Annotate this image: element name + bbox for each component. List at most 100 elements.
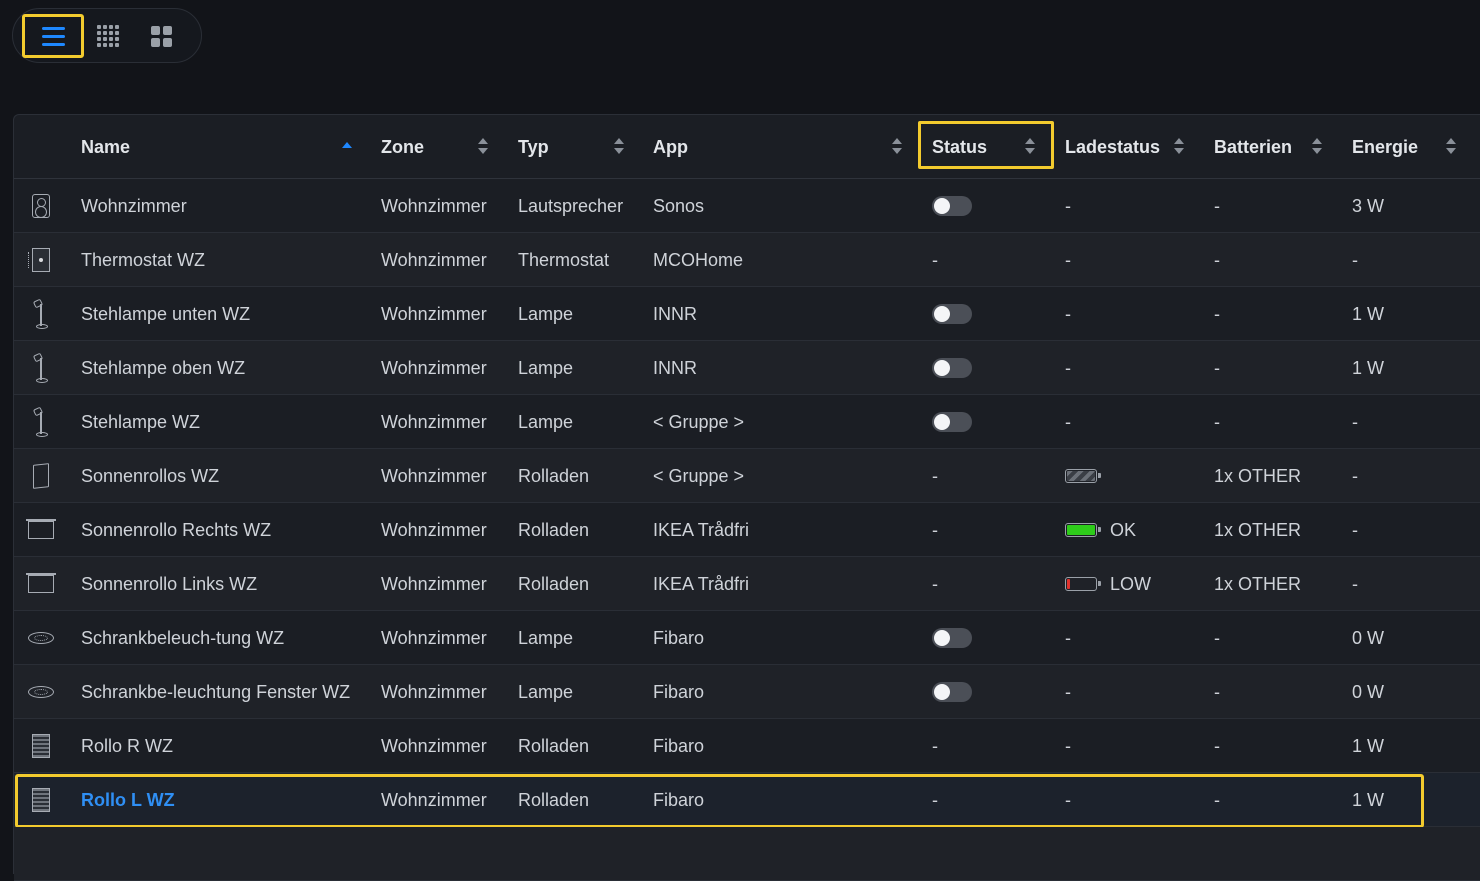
status-toggle[interactable] bbox=[932, 196, 972, 216]
device-name[interactable]: Sonnenrollos WZ bbox=[81, 449, 219, 503]
window-blind-icon bbox=[26, 519, 56, 539]
sort-icon[interactable] bbox=[613, 138, 625, 154]
table-row[interactable]: Stehlampe oben WZ Wohnzimmer Lampe INNR … bbox=[14, 341, 1480, 395]
roller-shutter-icon bbox=[32, 734, 50, 758]
device-app: Fibaro bbox=[653, 735, 705, 756]
status-toggle[interactable] bbox=[932, 682, 972, 702]
view-switcher bbox=[12, 8, 202, 63]
table-row[interactable]: Schrankbe-leuchtung Fenster WZ Wohnzimme… bbox=[14, 665, 1480, 719]
charge-status: - bbox=[1065, 195, 1071, 216]
device-zone: Wohnzimmer bbox=[381, 627, 487, 648]
sort-icon[interactable] bbox=[1024, 138, 1036, 154]
device-type: Rolladen bbox=[518, 735, 590, 756]
device-zone: Wohnzimmer bbox=[381, 519, 487, 540]
charge-status: - bbox=[1065, 735, 1071, 756]
device-zone: Wohnzimmer bbox=[381, 681, 487, 702]
sort-icon[interactable] bbox=[1311, 138, 1323, 154]
table-header: Name Zone Typ App Status Ladestatus Batt… bbox=[14, 115, 1480, 179]
device-zone: Wohnzimmer bbox=[381, 465, 487, 486]
device-zone: Wohnzimmer bbox=[381, 249, 487, 270]
device-app: INNR bbox=[653, 357, 697, 378]
charge-status: - bbox=[1065, 681, 1071, 702]
device-type: Thermostat bbox=[518, 249, 610, 270]
list-view-button[interactable] bbox=[22, 14, 84, 58]
energy: 3 W bbox=[1352, 195, 1385, 216]
batteries: 1x OTHER bbox=[1214, 465, 1302, 486]
column-header-app[interactable]: App bbox=[653, 115, 688, 179]
device-name[interactable]: Sonnenrollo Rechts WZ bbox=[81, 503, 271, 557]
device-zone: Wohnzimmer bbox=[381, 303, 487, 324]
device-name[interactable]: Sonnenrollo Links WZ bbox=[81, 557, 257, 611]
sort-ascending-icon[interactable] bbox=[341, 138, 353, 154]
device-name[interactable]: Schrankbe-leuchtung Fenster WZ bbox=[81, 665, 350, 719]
thermostat-icon bbox=[28, 248, 50, 272]
device-name[interactable]: Stehlampe unten WZ bbox=[81, 287, 250, 341]
device-name[interactable]: Wohnzimmer bbox=[81, 179, 187, 233]
device-zone: Wohnzimmer bbox=[381, 735, 487, 756]
energy: - bbox=[1352, 519, 1358, 540]
column-header-typ[interactable]: Typ bbox=[518, 115, 549, 179]
ceiling-light-icon bbox=[28, 686, 54, 698]
device-type: Rolladen bbox=[518, 789, 590, 810]
device-name[interactable]: Stehlampe WZ bbox=[81, 395, 200, 449]
table-row[interactable]: Stehlampe unten WZ Wohnzimmer Lampe INNR… bbox=[14, 287, 1480, 341]
tiles-view-button[interactable] bbox=[130, 14, 192, 58]
energy: 1 W bbox=[1352, 303, 1385, 324]
charge-status: - bbox=[1065, 627, 1071, 648]
status-value: - bbox=[932, 789, 938, 810]
batteries: - bbox=[1214, 303, 1220, 324]
table-row-partial[interactable] bbox=[14, 827, 1480, 881]
device-name[interactable]: Rollo R WZ bbox=[81, 719, 173, 773]
device-name[interactable]: Thermostat WZ bbox=[81, 233, 205, 287]
status-toggle[interactable] bbox=[932, 628, 972, 648]
energy: 1 W bbox=[1352, 735, 1385, 756]
charge-status: - bbox=[1065, 303, 1071, 324]
table-row[interactable]: Sonnenrollos WZ Wohnzimmer Rolladen < Gr… bbox=[14, 449, 1480, 503]
table-row[interactable]: Wohnzimmer Wohnzimmer Lautsprecher Sonos… bbox=[14, 179, 1480, 233]
status-toggle[interactable] bbox=[932, 304, 972, 324]
status-toggle[interactable] bbox=[932, 412, 972, 432]
device-type: Lampe bbox=[518, 357, 574, 378]
batteries: - bbox=[1214, 411, 1220, 432]
table-row[interactable]: Sonnenrollo Links WZ Wohnzimmer Rolladen… bbox=[14, 557, 1480, 611]
device-zone: Wohnzimmer bbox=[381, 573, 487, 594]
sort-icon[interactable] bbox=[1173, 138, 1185, 154]
column-header-energie[interactable]: Energie bbox=[1352, 115, 1418, 179]
device-name[interactable]: Stehlampe oben WZ bbox=[81, 341, 245, 395]
device-zone: Wohnzimmer bbox=[381, 357, 487, 378]
device-table: Name Zone Typ App Status Ladestatus Batt… bbox=[13, 114, 1480, 881]
energy: 1 W bbox=[1352, 789, 1385, 810]
table-row[interactable]: Schrankbeleuch-tung WZ Wohnzimmer Lampe … bbox=[14, 611, 1480, 665]
device-name[interactable]: Rollo L WZ bbox=[81, 773, 175, 827]
charge-status: - bbox=[1065, 411, 1071, 432]
device-type: Lampe bbox=[518, 303, 574, 324]
battery-unknown-icon bbox=[1065, 469, 1101, 483]
device-name[interactable]: Schrankbeleuch-tung WZ bbox=[81, 611, 284, 665]
energy: - bbox=[1352, 411, 1358, 432]
status-value: - bbox=[932, 249, 938, 270]
batteries: - bbox=[1214, 789, 1220, 810]
energy: 0 W bbox=[1352, 681, 1385, 702]
window-blind-icon bbox=[26, 573, 56, 593]
list-view-icon bbox=[41, 26, 65, 46]
floor-lamp-icon bbox=[32, 406, 50, 437]
column-header-name[interactable]: Name bbox=[81, 115, 130, 179]
column-header-status[interactable]: Status bbox=[932, 115, 987, 179]
sort-icon[interactable] bbox=[477, 138, 489, 154]
table-row[interactable]: Sonnenrollo Rechts WZ Wohnzimmer Rollade… bbox=[14, 503, 1480, 557]
sort-icon[interactable] bbox=[891, 138, 903, 154]
energy: 1 W bbox=[1352, 357, 1385, 378]
device-type: Rolladen bbox=[518, 573, 590, 594]
table-row[interactable]: Thermostat WZ Wohnzimmer Thermostat MCOH… bbox=[14, 233, 1480, 287]
column-header-zone[interactable]: Zone bbox=[381, 115, 424, 179]
device-app: < Gruppe > bbox=[653, 465, 745, 486]
table-row-selected[interactable]: Rollo L WZ Wohnzimmer Rolladen Fibaro - … bbox=[14, 773, 1480, 827]
sort-icon[interactable] bbox=[1445, 138, 1457, 154]
status-toggle[interactable] bbox=[932, 358, 972, 378]
column-header-batterien[interactable]: Batterien bbox=[1214, 115, 1292, 179]
column-header-ladestatus[interactable]: Ladestatus bbox=[1065, 115, 1160, 179]
table-row[interactable]: Rollo R WZ Wohnzimmer Rolladen Fibaro - … bbox=[14, 719, 1480, 773]
batteries: 1x OTHER bbox=[1214, 519, 1302, 540]
device-type: Rolladen bbox=[518, 519, 590, 540]
table-row[interactable]: Stehlampe WZ Wohnzimmer Lampe < Gruppe >… bbox=[14, 395, 1480, 449]
